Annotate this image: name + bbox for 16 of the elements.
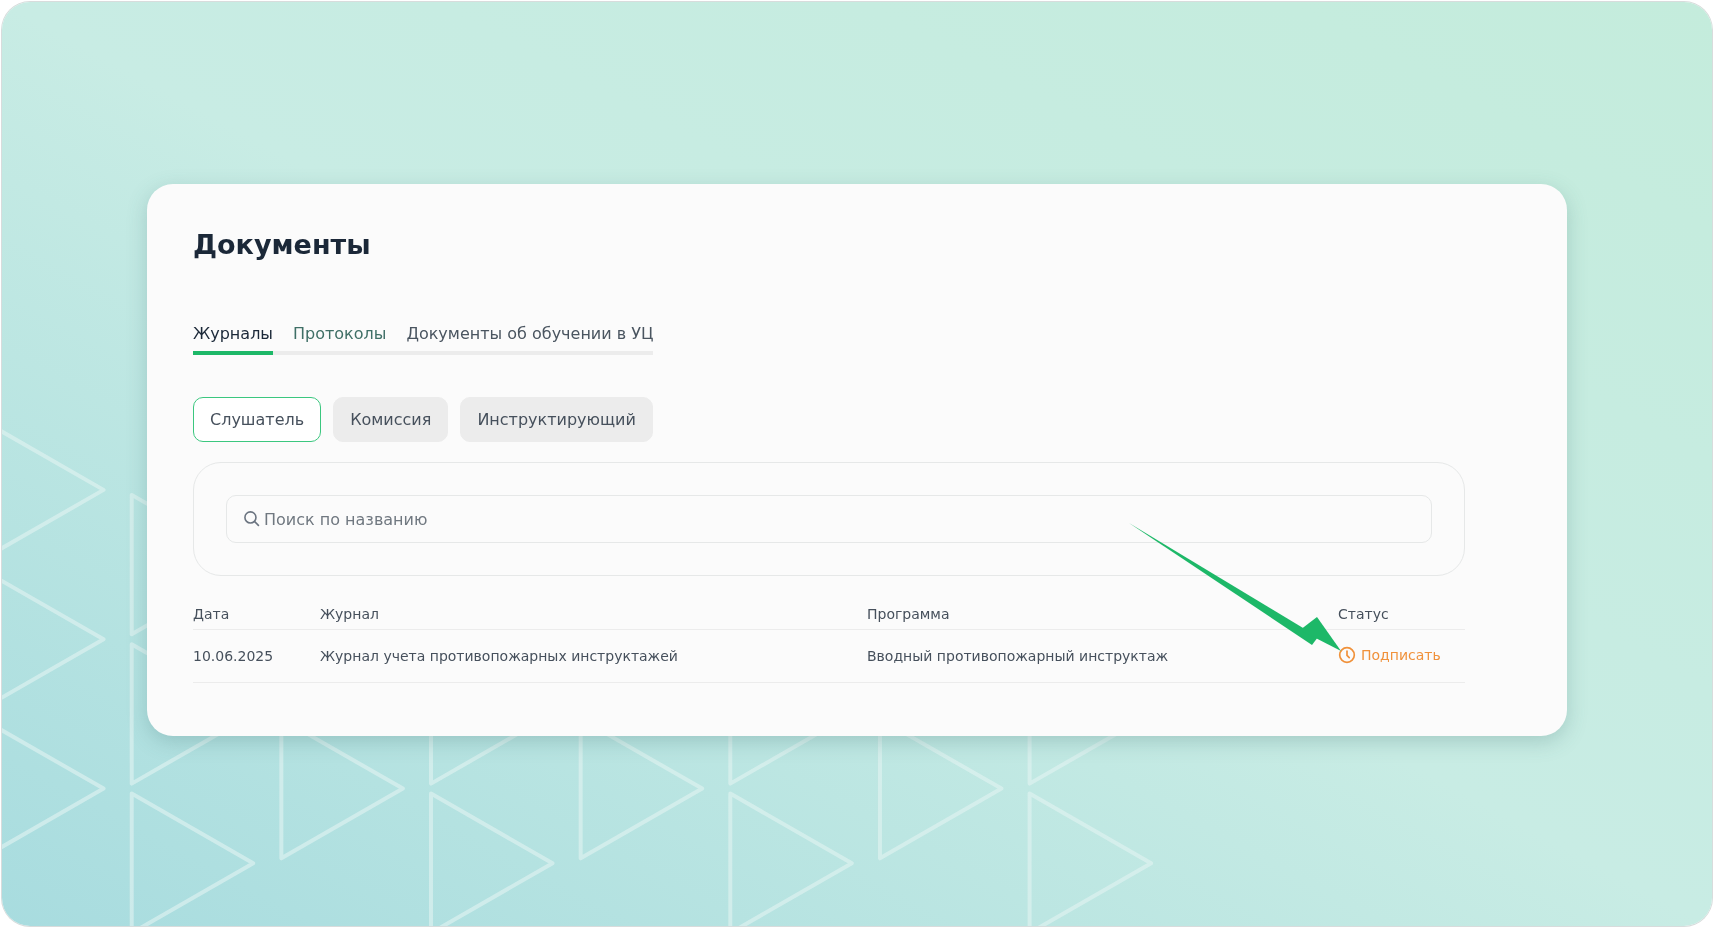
tab[interactable]: Журналы [193,324,273,355]
column-header: Журнал [320,606,380,622]
column-header: Статус [1338,606,1390,622]
search-field[interactable]: Поиск по названию [226,495,1432,543]
clock-icon [1338,645,1356,664]
filter-chip[interactable]: Комиссия [333,397,449,442]
tab[interactable]: Документы об обучении в УЦ [406,324,654,355]
page-title: Документы [193,228,372,262]
column-header: Дата [193,606,231,622]
program-cell-text: Вводный противопожарный инструктаж [867,648,1170,664]
filter-chip[interactable]: Слушатель [193,397,322,442]
date-cell-text: 10.06.2025 [193,648,275,664]
filter-chip[interactable]: Инструктирующий [460,397,653,442]
journal-cell-text: Журнал учета противопожарных инструктажей [320,648,679,664]
tab[interactable]: Протоколы [293,324,387,355]
column-header: Программа [867,606,951,622]
